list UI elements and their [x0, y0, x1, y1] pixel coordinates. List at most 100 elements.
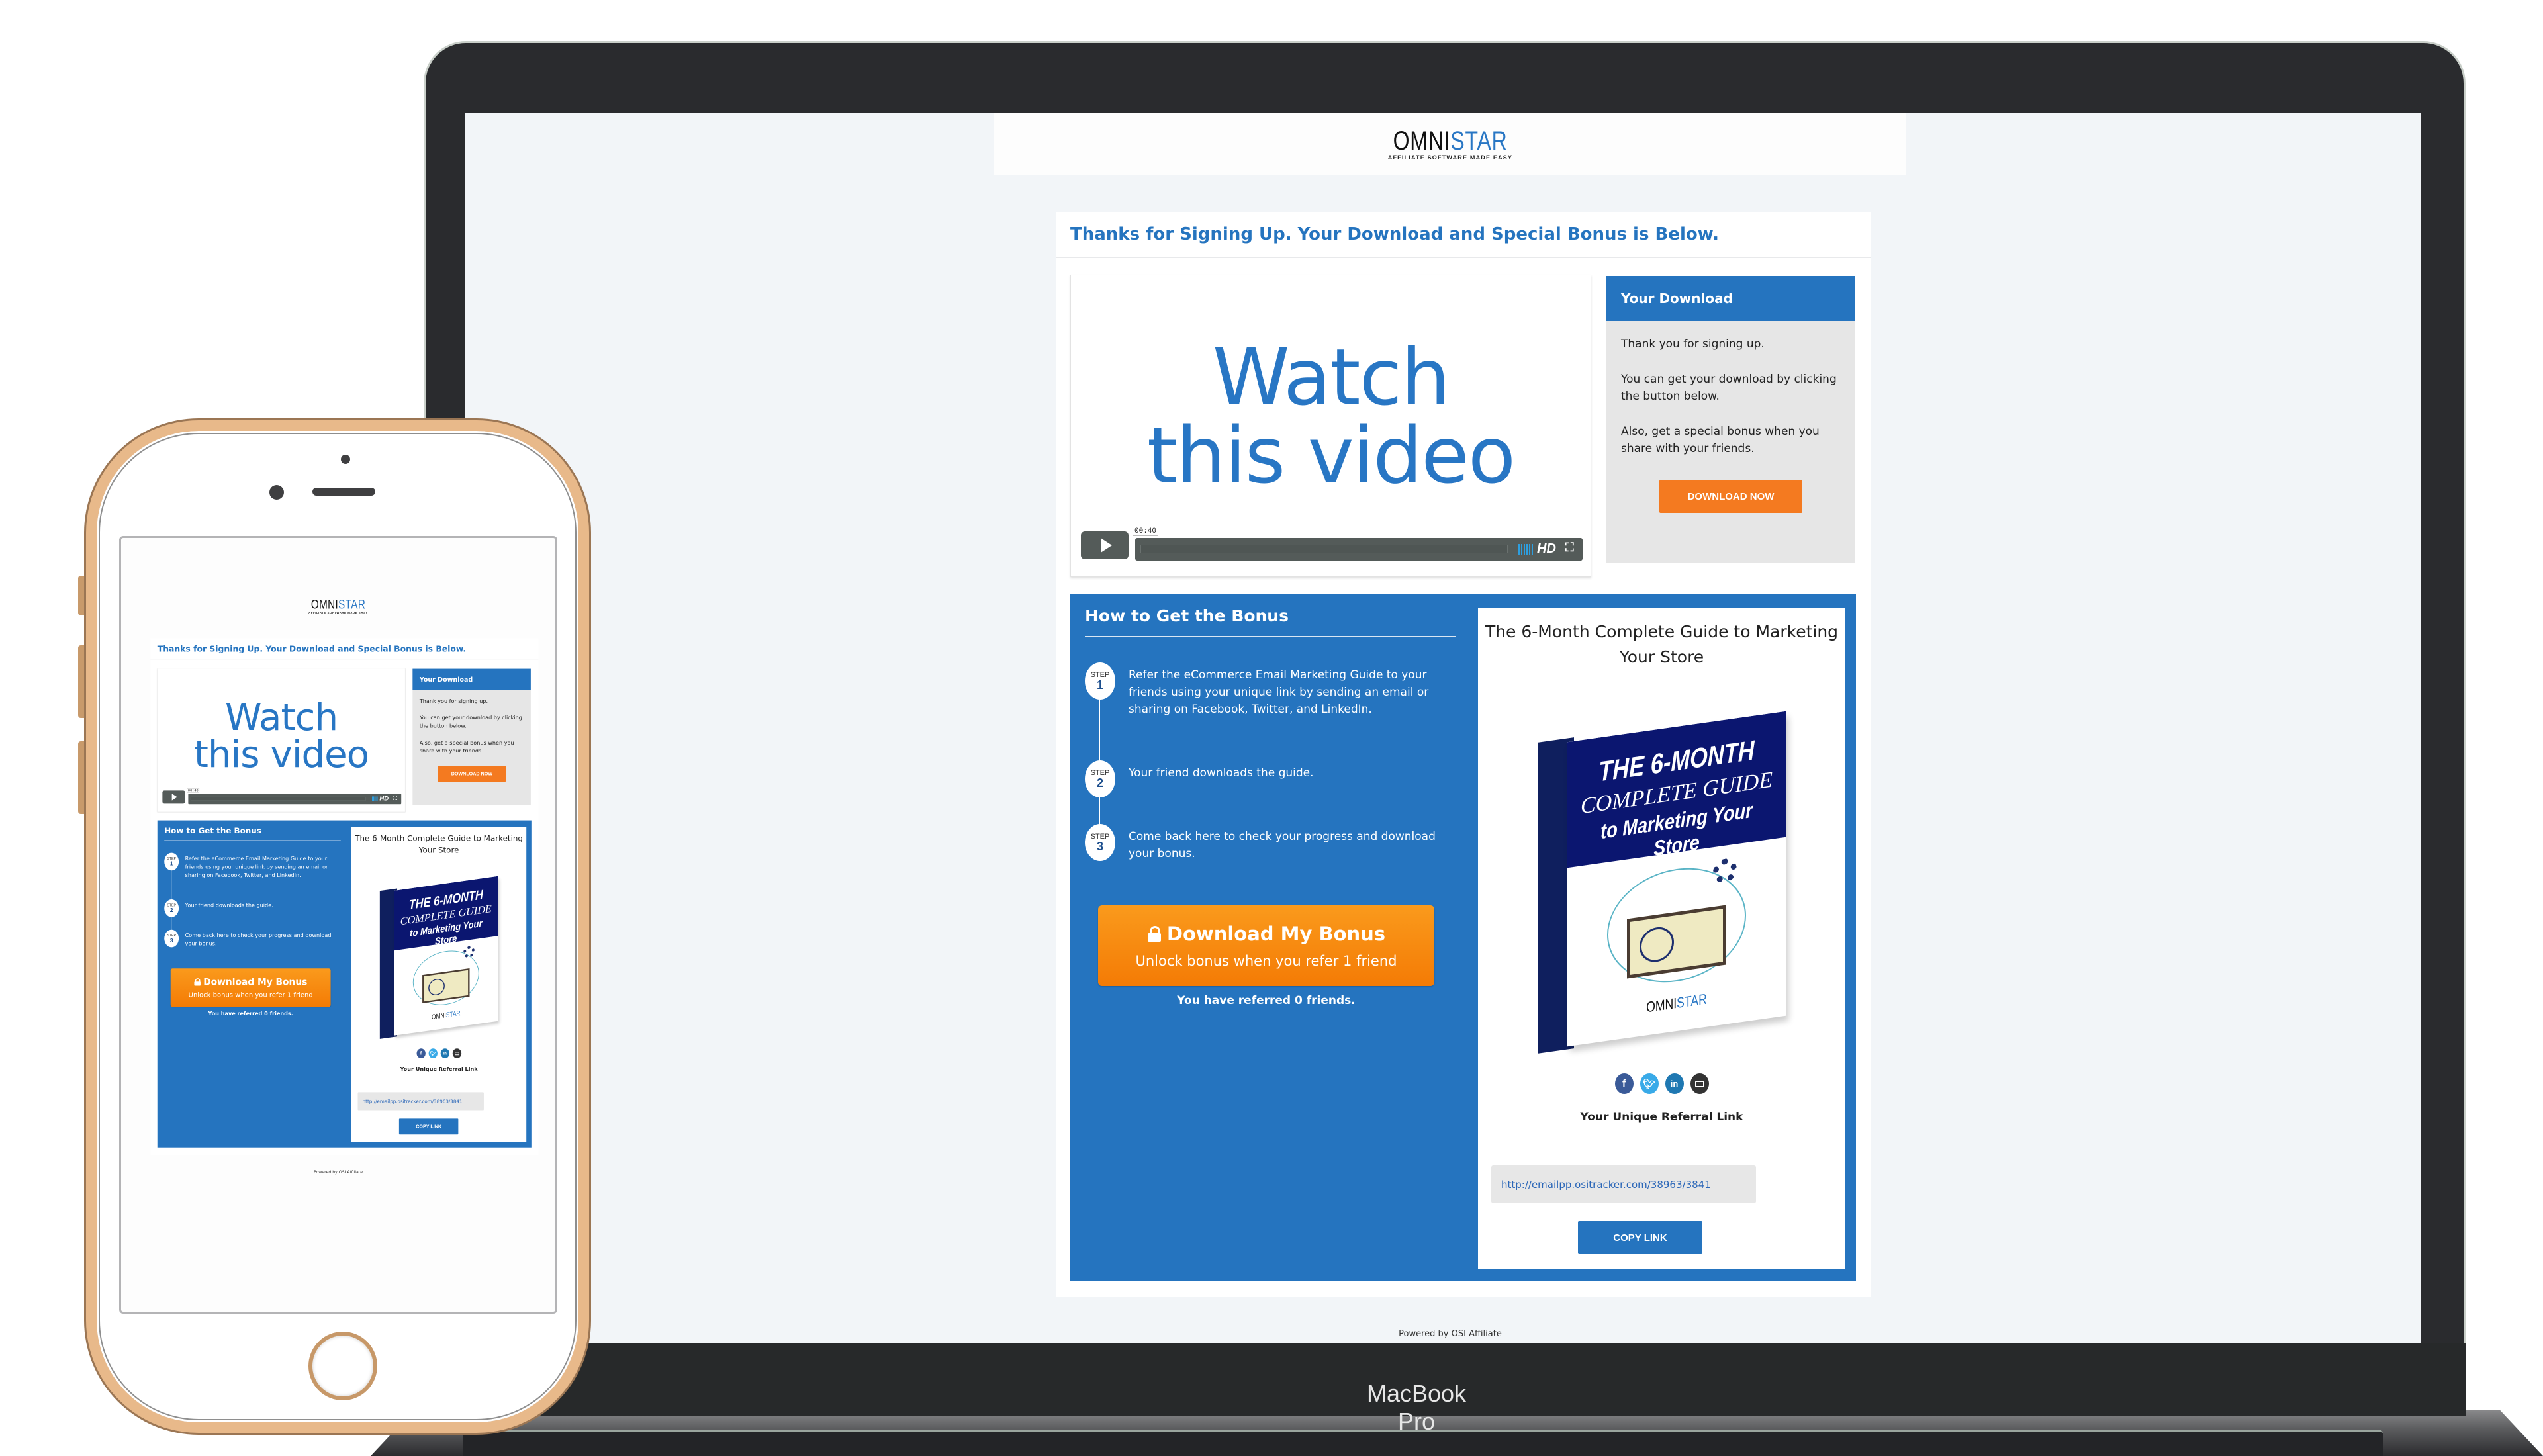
omnistar-logo[interactable]: OMNISTAR AFFILIATE SOFTWARE MADE EASY — [1379, 128, 1522, 161]
powered-by-footer[interactable]: Powered by OSI Affiliate — [121, 1170, 555, 1175]
video-control-bar: HD ⛶ — [1135, 538, 1583, 561]
step-text: Your friend downloads the guide. — [185, 902, 273, 909]
bonus-steps: STEP 1 Refer the eCommerce Email Marketin… — [164, 852, 341, 958]
bonus-section-title: How to Get the Bonus — [1085, 606, 1456, 637]
page-title: Thanks for Signing Up. Your Download and… — [150, 638, 539, 660]
powered-by-footer[interactable]: Powered by OSI Affiliate — [994, 1329, 1906, 1339]
bonus-button-sublabel: Unlock bonus when you refer 1 friend — [188, 991, 313, 999]
step-badge: STEP 2 — [1085, 760, 1115, 797]
video-control-bar: HD ⛶ — [188, 794, 402, 805]
phone-front-camera — [341, 455, 350, 464]
download-panel-text: Thank you for signing up. — [1621, 338, 1765, 351]
twitter-icon[interactable]: 🐦︎ — [1640, 1073, 1659, 1094]
content-card: Thanks for Signing Up. Your Download and… — [1056, 212, 1871, 1297]
step-badge: STEP 1 — [164, 852, 179, 871]
video-progress-track[interactable] — [191, 796, 366, 801]
phone-volume-up — [78, 645, 85, 718]
logo-text-accent: STAR — [338, 597, 366, 612]
email-icon[interactable] — [1690, 1073, 1709, 1094]
lock-icon — [194, 978, 201, 986]
book-cover: THE 6-MONTH COMPLETE GUIDE to Marketing … — [1567, 711, 1786, 1047]
lock-icon — [1147, 926, 1162, 942]
twitter-icon[interactable]: 🐦︎ — [428, 1048, 438, 1058]
fullscreen-icon[interactable]: ⛶ — [1565, 541, 1574, 555]
referral-link-field[interactable] — [1491, 1165, 1756, 1203]
linkedin-icon[interactable]: in — [1665, 1073, 1684, 1094]
email-icon[interactable] — [452, 1048, 461, 1058]
book-cover: THE 6-MONTH COMPLETE GUIDE to Marketing … — [394, 876, 498, 1036]
phone-speaker — [312, 488, 375, 496]
step-item: STEP 2 Your friend downloads the guide. — [164, 899, 341, 930]
logo-tagline: AFFILIATE SOFTWARE MADE EASY — [1387, 154, 1513, 161]
step-text: Come back here to check your progress an… — [185, 933, 332, 947]
play-button[interactable] — [1081, 531, 1129, 559]
book-cover-logo: OMNISTAR — [1646, 990, 1707, 1016]
download-my-bonus-button[interactable]: Download My Bonus Unlock bonus when you … — [1098, 905, 1434, 986]
step-text: Your friend downloads the guide. — [1129, 766, 1314, 780]
download-now-button[interactable]: DOWNLOAD NOW — [438, 766, 506, 782]
gear-icon — [463, 945, 475, 959]
bonus-section: How to Get the Bonus STEP 1 Refer the eCo… — [1070, 594, 1856, 1281]
logo-tagline: AFFILIATE SOFTWARE MADE EASY — [308, 610, 368, 614]
page-title: Thanks for Signing Up. Your Download and… — [1056, 212, 1871, 258]
omnistar-logo[interactable]: OMNISTAR AFFILIATE SOFTWARE MADE EASY — [304, 598, 373, 614]
guide-title: The 6-Month Complete Guide to Marketing … — [1485, 622, 1839, 666]
phone-page-content: OMNISTAR AFFILIATE SOFTWARE MADE EASY Th… — [121, 591, 555, 1177]
referral-link-field[interactable] — [357, 1092, 484, 1111]
linkedin-icon[interactable]: in — [440, 1048, 449, 1058]
referral-status: You have referred 0 friends. — [1177, 994, 1356, 1007]
guide-panel: The 6-Month Complete Guide to Marketing … — [1478, 608, 1845, 1269]
bonus-button-label: Download My Bonus — [203, 976, 308, 987]
step-badge: STEP 1 — [1085, 662, 1115, 700]
content-card: Thanks for Signing Up. Your Download and… — [150, 638, 539, 1156]
download-my-bonus-button[interactable]: Download My Bonus Unlock bonus when you … — [170, 968, 331, 1007]
play-button[interactable] — [162, 790, 185, 804]
step-text: Refer the eCommerce Email Marketing Guid… — [1129, 668, 1429, 716]
gear-icon — [1713, 857, 1737, 885]
phone-mute-switch — [78, 576, 85, 615]
download-panel-text: Also, get a special bonus when you share… — [419, 739, 514, 754]
globe-icon — [1640, 925, 1674, 964]
device-mockup-stage: MacBook Pro OMNISTAR AFFILIATE SOFTWARE … — [0, 0, 2543, 1456]
fullscreen-icon[interactable]: ⛶ — [393, 795, 397, 801]
referral-link-label: Your Unique Referral Link — [1580, 1111, 1743, 1124]
laptop-model-label: MacBook Pro — [1366, 1380, 1467, 1435]
hd-toggle[interactable]: HD — [1537, 541, 1556, 557]
step-text: Refer the eCommerce Email Marketing Guid… — [185, 855, 328, 879]
guide-title: The 6-Month Complete Guide to Marketing … — [355, 833, 523, 855]
phone-screen: OMNISTAR AFFILIATE SOFTWARE MADE EASY Th… — [119, 536, 557, 1314]
facebook-icon[interactable]: f — [416, 1048, 426, 1058]
guide-book-cover-image: THE 6-MONTH COMPLETE GUIDE to Marketing … — [1538, 711, 1789, 1058]
landing-page: OMNISTAR AFFILIATE SOFTWARE MADE EASY Th… — [465, 113, 2421, 1343]
copy-link-button[interactable]: COPY LINK — [1578, 1221, 1702, 1254]
phone-home-button[interactable] — [308, 1332, 377, 1400]
video-thumbnail-text: Watch this video — [158, 698, 405, 772]
social-share-buttons: f 🐦︎ in — [1478, 1073, 1845, 1094]
hd-toggle[interactable]: HD — [379, 795, 389, 802]
video-time-tooltip: 00:40 — [1133, 527, 1159, 536]
copy-link-button[interactable]: COPY LINK — [398, 1118, 459, 1135]
facebook-icon[interactable]: f — [1614, 1073, 1634, 1094]
volume-icon[interactable] — [371, 796, 378, 802]
phone-volume-down — [78, 741, 85, 814]
step-item: STEP 1 Refer the eCommerce Email Marketin… — [164, 852, 341, 899]
bonus-steps: STEP 1 Refer the eCommerce Email Marketin… — [1085, 662, 1456, 884]
envelope-glyph — [454, 1052, 459, 1055]
play-icon — [1100, 538, 1112, 553]
video-player[interactable]: Watch this video HD ⛶ 00:40 — [1070, 275, 1591, 577]
step-text: Come back here to check your progress an… — [1129, 830, 1436, 860]
video-progress-track[interactable] — [1140, 545, 1508, 553]
download-now-button[interactable]: DOWNLOAD NOW — [1659, 480, 1802, 513]
referral-status: You have referred 0 friends. — [208, 1011, 293, 1017]
bonus-section: How to Get the Bonus STEP 1 Refer the eCo… — [157, 820, 532, 1148]
video-player[interactable]: Watch this video HD ⛶ 00:40 — [157, 668, 406, 813]
guide-book-cover-image: THE 6-MONTH COMPLETE GUIDE to Marketing … — [379, 876, 500, 1041]
logo-text-accent: STAR — [1450, 126, 1508, 156]
page-header: OMNISTAR AFFILIATE SOFTWARE MADE EASY — [121, 591, 555, 621]
logo-text-primary: OMNI — [1393, 126, 1451, 156]
volume-icon[interactable] — [1518, 544, 1533, 555]
download-panel: Your Download Thank you for signing up. … — [412, 668, 531, 805]
video-headline-line2: this video — [1146, 410, 1516, 501]
play-icon — [171, 794, 177, 801]
laptop-screen: OMNISTAR AFFILIATE SOFTWARE MADE EASY Th… — [465, 113, 2421, 1343]
